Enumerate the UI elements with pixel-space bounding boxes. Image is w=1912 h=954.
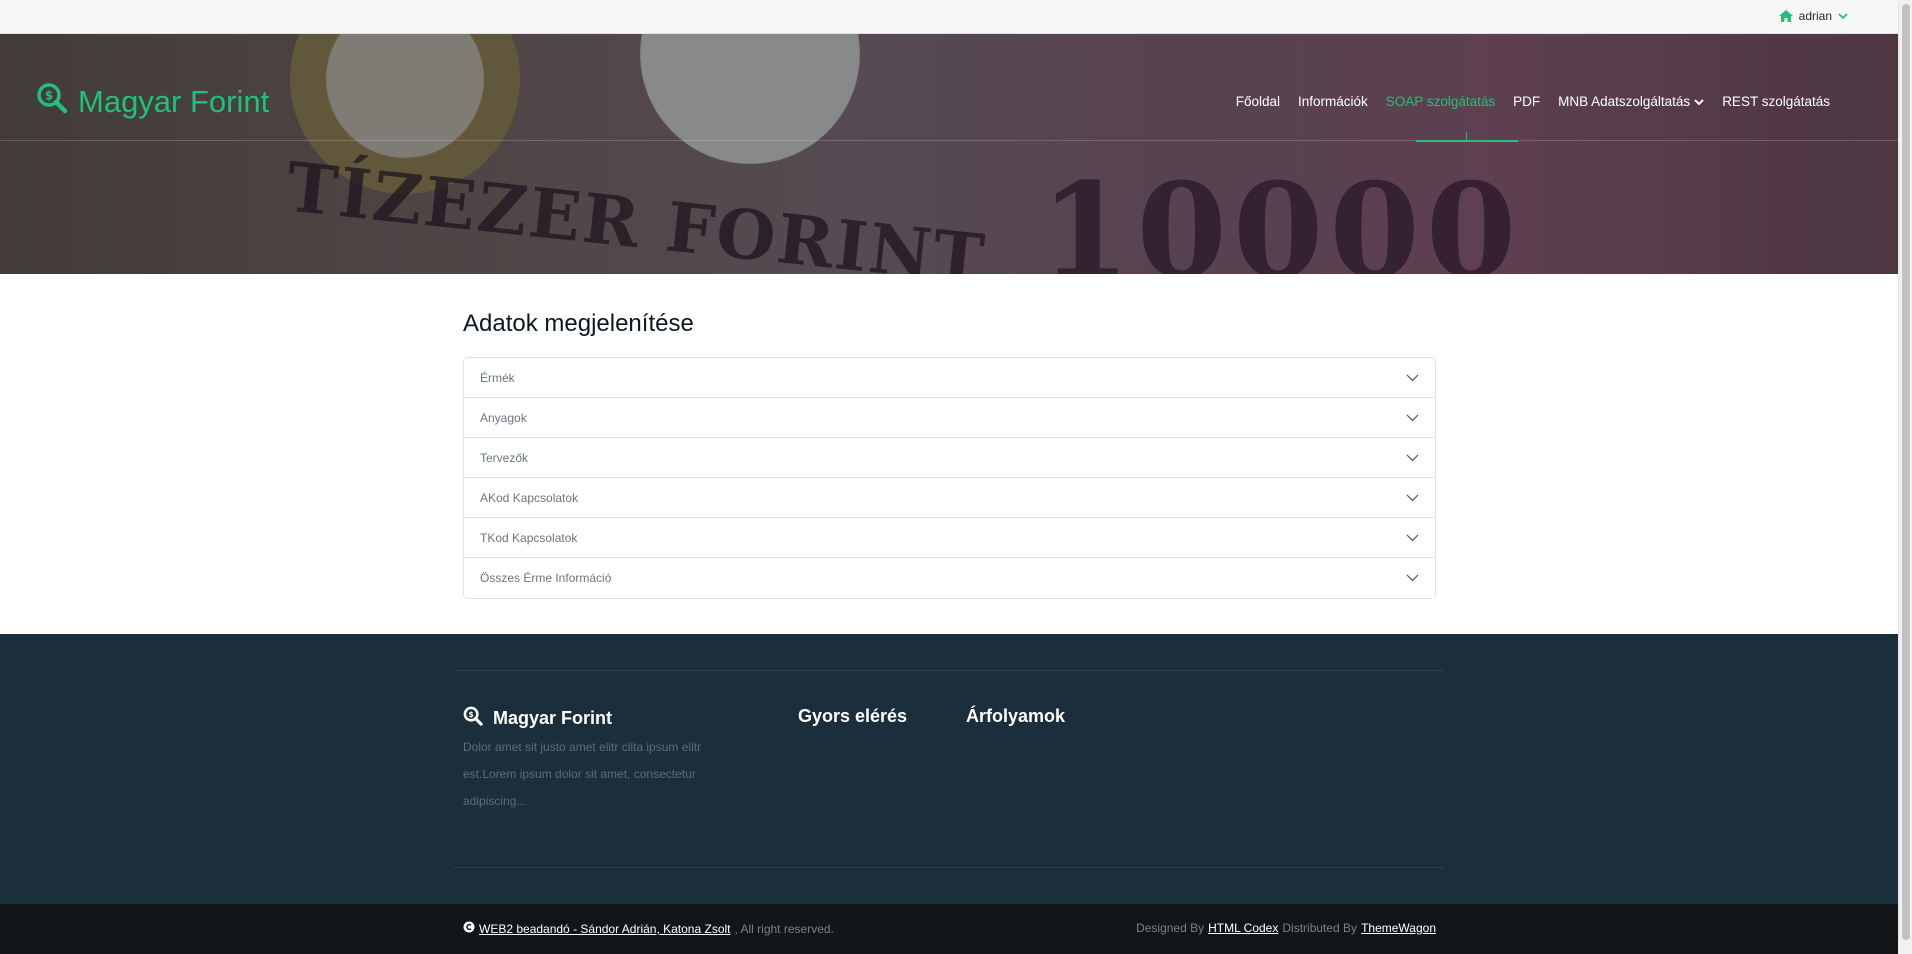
user-menu[interactable]: adrian <box>1778 9 1848 23</box>
nav-divider <box>0 140 1898 141</box>
nav-item-soap[interactable]: SOAP szolgátatás <box>1386 94 1495 109</box>
chevron-down-icon <box>1406 449 1419 467</box>
accordion-item-osszes[interactable]: Összes Érme Információ <box>464 558 1435 598</box>
page-title: Adatok megjelenítése <box>463 310 694 337</box>
copyright-icon <box>463 921 475 936</box>
copyright-link[interactable]: WEB2 beadandó - Sándor Adrián, Katona Zs… <box>479 922 731 936</box>
hero-overlay <box>0 34 1898 274</box>
accordion-label: Anyagok <box>480 410 527 425</box>
nav-item-rest[interactable]: REST szolgátatás <box>1722 94 1830 109</box>
active-nav-indicator <box>1416 132 1518 142</box>
themewagon-link[interactable]: ThemeWagon <box>1361 921 1436 935</box>
chevron-down-icon <box>1694 94 1704 109</box>
nav-item-fooldal[interactable]: Főoldal <box>1236 94 1280 109</box>
nav-item-mnb-label: MNB Adatszolgáltatás <box>1558 94 1691 109</box>
copyright-suffix: , All right reserved. <box>734 921 834 936</box>
footer: $ Magyar Forint Dolor amet sit justo ame… <box>0 634 1898 904</box>
svg-text:$: $ <box>469 710 474 719</box>
chevron-down-icon <box>1406 529 1419 547</box>
distributed-by-label: Distributed By <box>1282 921 1358 935</box>
svg-text:$: $ <box>45 89 53 103</box>
footer-quick-links-title: Gyors elérés <box>798 706 908 726</box>
html-codex-link[interactable]: HTML Codex <box>1208 921 1278 935</box>
accordion-item-ermek[interactable]: Érmék <box>464 358 1435 398</box>
chevron-down-icon <box>1406 369 1419 387</box>
accordion-item-tervezok[interactable]: Tervezők <box>464 438 1435 478</box>
footer-divider <box>454 867 1444 868</box>
accordion-label: Érmék <box>480 370 515 385</box>
footer-description: Dolor amet sit justo amet elitr clita ip… <box>463 740 702 808</box>
credits: Designed By HTML Codex Distributed By Th… <box>1136 921 1436 935</box>
nav-item-mnb[interactable]: MNB Adatszolgáltatás <box>1558 94 1704 109</box>
chevron-down-icon <box>1406 489 1419 507</box>
page-scrollbar[interactable] <box>1898 0 1912 954</box>
accordion-item-akod[interactable]: AKod Kapcsolatok <box>464 478 1435 518</box>
data-accordion: Érmék Anyagok Tervezők AKod Kapcsolatok … <box>463 357 1436 599</box>
search-dollar-icon: $ <box>36 82 68 122</box>
user-name: adrian <box>1798 9 1832 23</box>
scrollbar-thumb[interactable] <box>1902 4 1910 940</box>
accordion-item-tkod[interactable]: TKod Kapcsolatok <box>464 518 1435 558</box>
brand-title: Magyar Forint <box>78 84 270 119</box>
accordion-label: Tervezők <box>480 450 529 465</box>
footer-exchange-rates-title: Árfolyamok <box>966 706 1066 726</box>
copyright-bar: WEB2 beadandó - Sándor Adrián, Katona Zs… <box>0 904 1898 954</box>
chevron-down-icon <box>1406 409 1419 427</box>
home-icon <box>1778 10 1793 22</box>
footer-divider <box>454 670 1444 671</box>
accordion-label: AKod Kapcsolatok <box>480 490 579 505</box>
chevron-down-icon <box>1406 569 1419 587</box>
designed-by-label: Designed By <box>1136 921 1205 935</box>
nav-item-pdf[interactable]: PDF <box>1513 94 1540 109</box>
footer-brand-title: Magyar Forint <box>493 708 613 728</box>
accordion-label: TKod Kapcsolatok <box>480 530 578 545</box>
chevron-down-icon <box>1838 12 1848 20</box>
hero-header: TÍZEZER FORINT 10000 $ Magyar Forint Főo… <box>0 34 1898 274</box>
search-dollar-icon: $ <box>463 706 483 731</box>
accordion-item-anyagok[interactable]: Anyagok <box>464 398 1435 438</box>
nav-item-informaciok[interactable]: Információk <box>1298 94 1368 109</box>
brand-logo[interactable]: $ Magyar Forint <box>36 82 269 122</box>
footer-brand[interactable]: $ Magyar Forint <box>463 706 612 731</box>
top-bar: adrian <box>0 0 1898 34</box>
accordion-label: Összes Érme Információ <box>480 571 612 585</box>
main-nav: Főoldal Információk SOAP szolgátatás PDF… <box>1236 94 1830 109</box>
copyright: WEB2 beadandó - Sándor Adrián, Katona Zs… <box>463 921 834 936</box>
